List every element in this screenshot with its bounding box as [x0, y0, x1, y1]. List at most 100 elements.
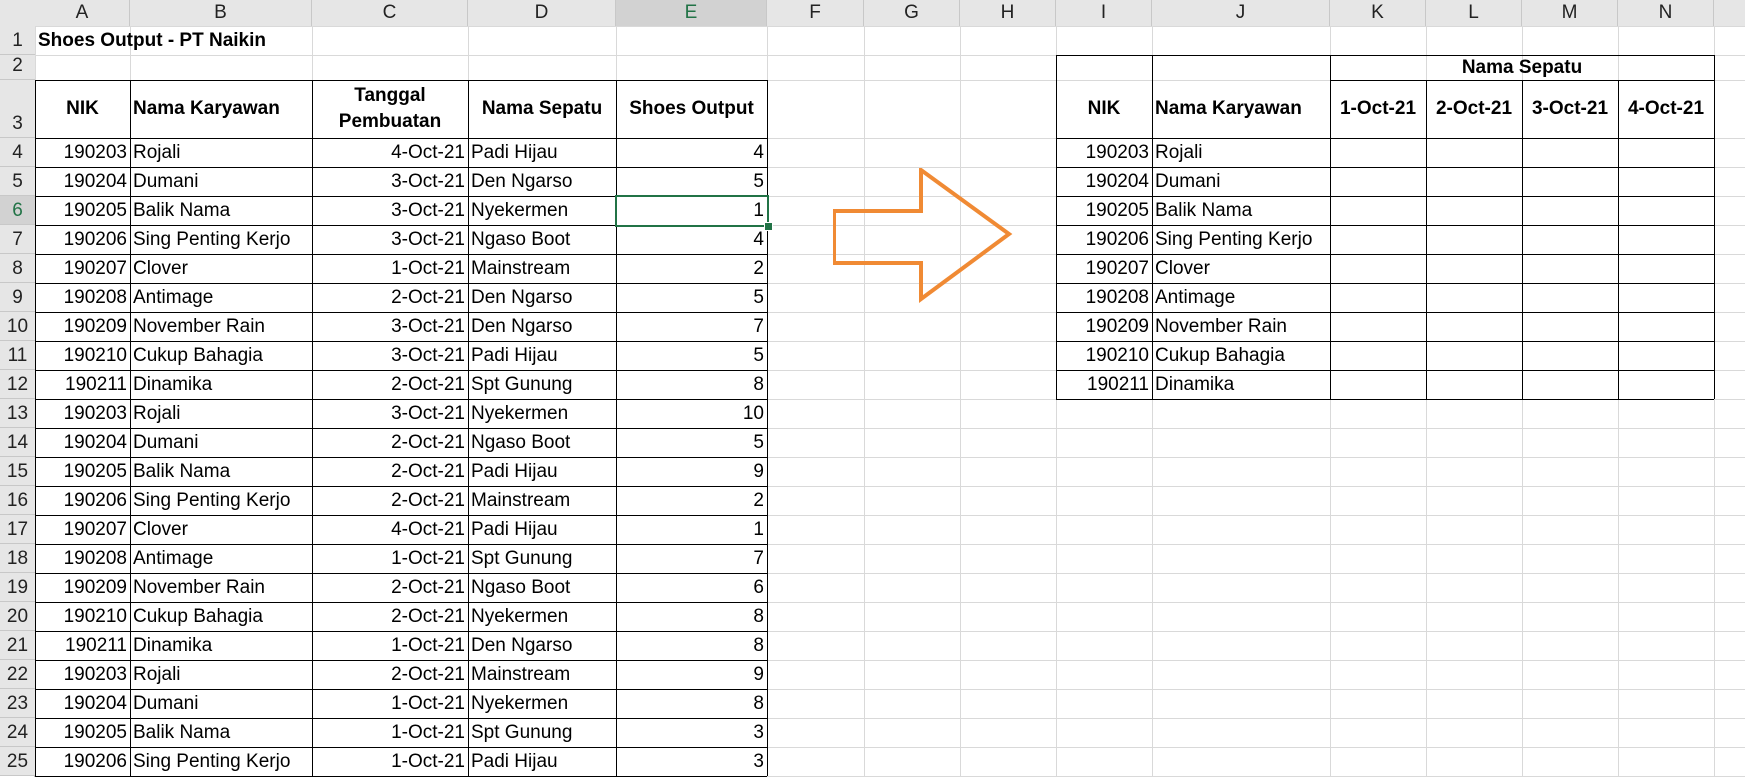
- tanggal-cell[interactable]: 2-Oct-21: [312, 283, 468, 312]
- right-header-nama-karyawan[interactable]: Nama Karyawan: [1152, 80, 1330, 138]
- tanggal-cell[interactable]: 2-Oct-21: [312, 602, 468, 631]
- right-output-cell[interactable]: [1330, 283, 1426, 312]
- tanggal-cell[interactable]: 2-Oct-21: [312, 457, 468, 486]
- nama-sepatu-cell[interactable]: Mainstream: [468, 660, 616, 689]
- tanggal-cell[interactable]: 1-Oct-21: [312, 631, 468, 660]
- nama-sepatu-cell[interactable]: Den Ngarso: [468, 631, 616, 660]
- nama-sepatu-cell[interactable]: Spt Gunung: [468, 370, 616, 399]
- nik-cell[interactable]: 190208: [35, 283, 130, 312]
- right-output-cell[interactable]: [1522, 167, 1618, 196]
- right-header-date[interactable]: 2-Oct-21: [1426, 80, 1522, 138]
- nama-karyawan-cell[interactable]: Balik Nama: [130, 196, 312, 225]
- nik-cell[interactable]: 190207: [35, 254, 130, 283]
- right-output-cell[interactable]: [1618, 167, 1714, 196]
- nama-karyawan-cell[interactable]: November Rain: [130, 573, 312, 602]
- row-header-22[interactable]: 22: [0, 660, 35, 689]
- right-output-cell[interactable]: [1522, 254, 1618, 283]
- row-header-15[interactable]: 15: [0, 457, 35, 486]
- right-output-cell[interactable]: [1426, 341, 1522, 370]
- right-output-cell[interactable]: [1330, 167, 1426, 196]
- right-output-cell[interactable]: [1522, 196, 1618, 225]
- right-output-cell[interactable]: [1522, 370, 1618, 399]
- right-output-cell[interactable]: [1522, 312, 1618, 341]
- nama-karyawan-cell[interactable]: Rojali: [130, 399, 312, 428]
- nama-karyawan-cell[interactable]: Cukup Bahagia: [130, 341, 312, 370]
- column-header-g[interactable]: G: [864, 0, 960, 26]
- right-output-cell[interactable]: [1618, 225, 1714, 254]
- nama-sepatu-cell[interactable]: Den Ngarso: [468, 167, 616, 196]
- right-output-cell[interactable]: [1522, 225, 1618, 254]
- shoes-output-cell[interactable]: 7: [616, 312, 767, 341]
- shoes-output-cell[interactable]: 7: [616, 544, 767, 573]
- nama-sepatu-cell[interactable]: Nyekermen: [468, 689, 616, 718]
- shoes-output-cell[interactable]: 5: [616, 428, 767, 457]
- row-header-19[interactable]: 19: [0, 573, 35, 602]
- nama-sepatu-cell[interactable]: Nyekermen: [468, 602, 616, 631]
- nama-karyawan-cell[interactable]: Rojali: [130, 660, 312, 689]
- right-output-cell[interactable]: [1426, 254, 1522, 283]
- right-nik-cell[interactable]: 190208: [1056, 283, 1152, 312]
- right-nama-karyawan-cell[interactable]: Antimage: [1152, 283, 1330, 312]
- tanggal-cell[interactable]: 3-Oct-21: [312, 341, 468, 370]
- right-output-cell[interactable]: [1426, 312, 1522, 341]
- tanggal-cell[interactable]: 1-Oct-21: [312, 544, 468, 573]
- header-tanggal-pembuatan[interactable]: Tanggal Pembuatan: [312, 80, 468, 138]
- right-output-cell[interactable]: [1522, 138, 1618, 167]
- header-nama-sepatu[interactable]: Nama Sepatu: [468, 80, 616, 138]
- right-output-cell[interactable]: [1618, 341, 1714, 370]
- shoes-output-cell[interactable]: 2: [616, 486, 767, 515]
- nama-sepatu-cell[interactable]: Den Ngarso: [468, 312, 616, 341]
- shoes-output-cell[interactable]: 3: [616, 747, 767, 776]
- nama-sepatu-cell[interactable]: Padi Hijau: [468, 341, 616, 370]
- right-nama-karyawan-cell[interactable]: Balik Nama: [1152, 196, 1330, 225]
- nama-karyawan-cell[interactable]: Balik Nama: [130, 718, 312, 747]
- tanggal-cell[interactable]: 2-Oct-21: [312, 428, 468, 457]
- right-header-date[interactable]: 3-Oct-21: [1522, 80, 1618, 138]
- column-header-b[interactable]: B: [130, 0, 312, 26]
- nik-cell[interactable]: 190210: [35, 602, 130, 631]
- right-nik-cell[interactable]: 190206: [1056, 225, 1152, 254]
- row-header-7[interactable]: 7: [0, 225, 35, 254]
- header-nama-karyawan[interactable]: Nama Karyawan: [130, 80, 312, 138]
- right-output-cell[interactable]: [1426, 167, 1522, 196]
- tanggal-cell[interactable]: 3-Oct-21: [312, 225, 468, 254]
- nama-karyawan-cell[interactable]: Cukup Bahagia: [130, 602, 312, 631]
- nik-cell[interactable]: 190209: [35, 312, 130, 341]
- nik-cell[interactable]: 190204: [35, 428, 130, 457]
- right-output-cell[interactable]: [1618, 138, 1714, 167]
- shoes-output-cell[interactable]: 8: [616, 370, 767, 399]
- tanggal-cell[interactable]: 2-Oct-21: [312, 573, 468, 602]
- shoes-output-cell[interactable]: 3: [616, 718, 767, 747]
- tanggal-cell[interactable]: 4-Oct-21: [312, 515, 468, 544]
- row-header-9[interactable]: 9: [0, 283, 35, 312]
- nama-karyawan-cell[interactable]: Sing Penting Kerjo: [130, 486, 312, 515]
- header-shoes-output[interactable]: Shoes Output: [616, 80, 767, 138]
- right-nik-cell[interactable]: 190211: [1056, 370, 1152, 399]
- tanggal-cell[interactable]: 2-Oct-21: [312, 486, 468, 515]
- right-output-cell[interactable]: [1330, 196, 1426, 225]
- right-nama-karyawan-cell[interactable]: Rojali: [1152, 138, 1330, 167]
- nama-sepatu-cell[interactable]: Nyekermen: [468, 196, 616, 225]
- nama-sepatu-cell[interactable]: Mainstream: [468, 254, 616, 283]
- header-group-nama-sepatu[interactable]: Nama Sepatu: [1330, 55, 1714, 80]
- tanggal-cell[interactable]: 3-Oct-21: [312, 399, 468, 428]
- tanggal-cell[interactable]: 1-Oct-21: [312, 689, 468, 718]
- nama-karyawan-cell[interactable]: Sing Penting Kerjo: [130, 225, 312, 254]
- column-header-k[interactable]: K: [1330, 0, 1426, 26]
- row-header-1[interactable]: 1: [0, 26, 35, 55]
- column-header-j[interactable]: J: [1152, 0, 1330, 26]
- row-header-6[interactable]: 6: [0, 196, 35, 225]
- nama-karyawan-cell[interactable]: Dumani: [130, 167, 312, 196]
- nik-cell[interactable]: 190206: [35, 486, 130, 515]
- tanggal-cell[interactable]: 1-Oct-21: [312, 747, 468, 776]
- right-output-cell[interactable]: [1618, 196, 1714, 225]
- nama-karyawan-cell[interactable]: Dumani: [130, 428, 312, 457]
- right-nik-cell[interactable]: 190207: [1056, 254, 1152, 283]
- row-header-16[interactable]: 16: [0, 486, 35, 515]
- row-header-12[interactable]: 12: [0, 370, 35, 399]
- shoes-output-cell[interactable]: 9: [616, 457, 767, 486]
- column-header-i[interactable]: I: [1056, 0, 1152, 26]
- row-header-2[interactable]: 2: [0, 55, 35, 80]
- nama-sepatu-cell[interactable]: Padi Hijau: [468, 515, 616, 544]
- right-nama-karyawan-cell[interactable]: Dumani: [1152, 167, 1330, 196]
